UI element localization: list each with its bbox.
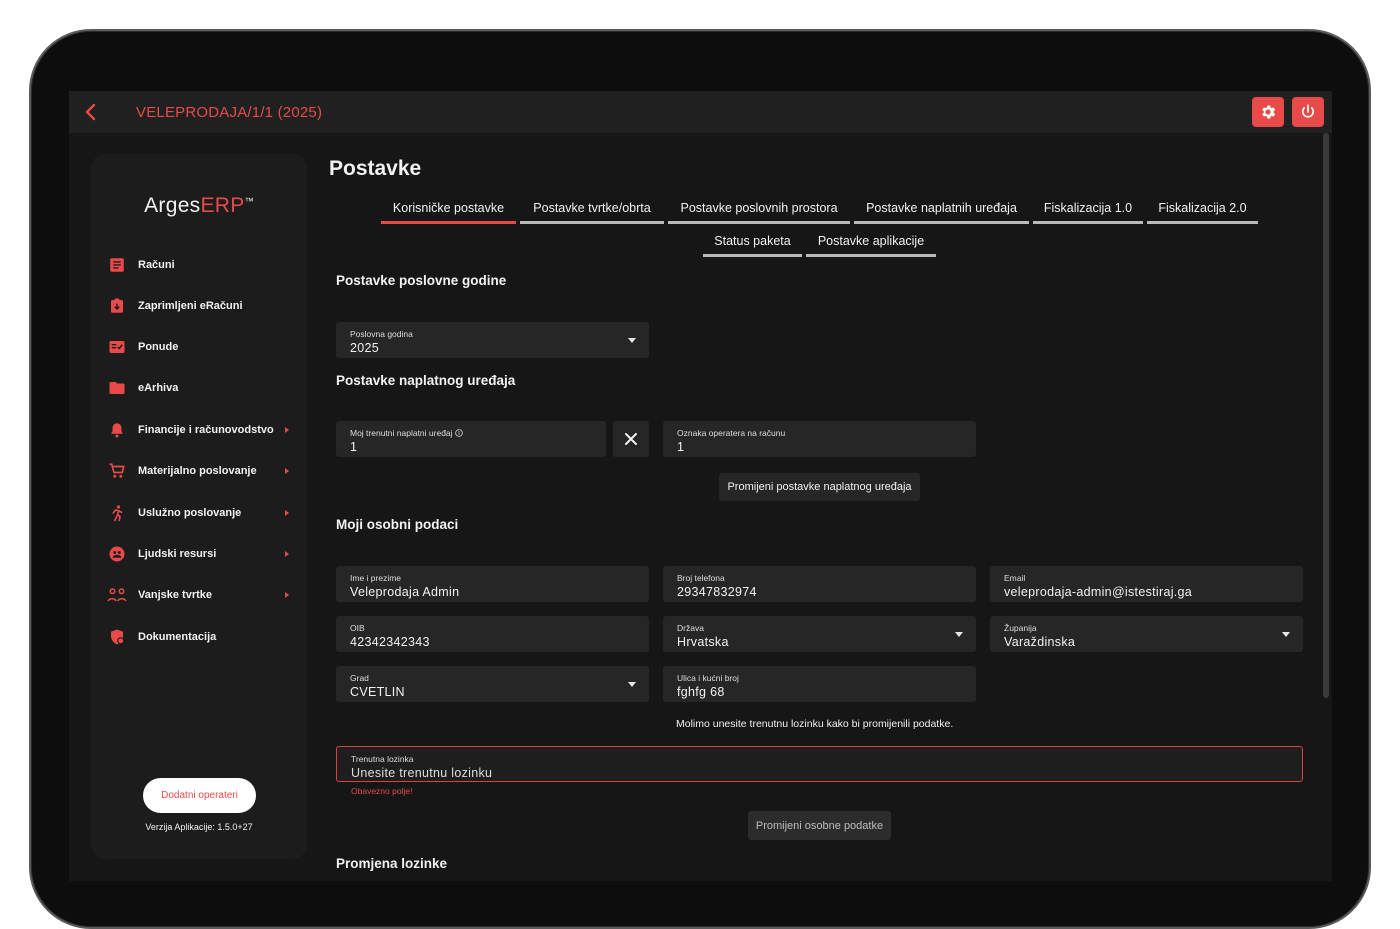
shield-doc-icon [107, 627, 127, 647]
phone-field[interactable]: Broj telefona 29347832974 [663, 566, 976, 602]
tab-postavke-tvrtke[interactable]: Postavke tvrtke/obrta [520, 194, 664, 224]
dropdown-caret-icon [955, 632, 963, 637]
submenu-arrow-icon [285, 510, 289, 516]
back-button[interactable] [79, 100, 103, 124]
street-field[interactable]: Ulica i kućni broj fghfg 68 [663, 666, 976, 702]
change-personal-data-button[interactable]: Promijeni osobne podatke [748, 811, 891, 840]
business-year-select[interactable]: Poslovna godina 2025 [336, 322, 649, 358]
dropdown-caret-icon [1282, 632, 1290, 637]
app-title: VELEPRODAJA/1/1 (2025) [136, 104, 323, 121]
submenu-arrow-icon [285, 592, 289, 598]
tab-status-paketa[interactable]: Status paketa [703, 227, 802, 257]
city-select[interactable]: Grad CVETLIN [336, 666, 649, 702]
sidebar-item-usluzno[interactable]: Uslužno poslovanje [107, 501, 297, 525]
tab-fiskalizacija-2[interactable]: Fiskalizacija 2.0 [1147, 194, 1258, 224]
bell-icon [107, 420, 127, 440]
personal-data-heading: Moji osobni podaci [336, 517, 459, 532]
dropdown-caret-icon [628, 338, 636, 343]
tab-postavke-aplikacije[interactable]: Postavke aplikacije [806, 227, 936, 257]
sidebar-item-financije[interactable]: Financije i računovodstvo [107, 418, 297, 442]
full-name-field[interactable]: Ime i prezime Veleprodaja Admin [336, 566, 649, 602]
sidebar-item-vanjske-tvrtke[interactable]: Vanjske tvrtke [107, 583, 297, 607]
info-icon[interactable] [455, 429, 463, 437]
county-select[interactable]: Županija Varaždinska [990, 616, 1303, 652]
submenu-arrow-icon [285, 468, 289, 474]
sidebar-item-dokumentacija[interactable]: Dokumentacija [107, 625, 297, 649]
page-title: Postavke [329, 157, 422, 180]
app-version: Verzija Aplikacije: 1.5.0+27 [145, 822, 253, 832]
people-icon [107, 544, 127, 564]
invoice-icon [107, 255, 127, 275]
tab-fiskalizacija-1[interactable]: Fiskalizacija 1.0 [1033, 194, 1143, 224]
handshake-icon [107, 585, 127, 605]
tab-postavke-naplatnih-uredaja[interactable]: Postavke naplatnih uređaja [854, 194, 1029, 224]
submenu-arrow-icon [285, 427, 289, 433]
submenu-arrow-icon [285, 551, 289, 557]
clear-device-button[interactable] [613, 421, 649, 457]
oib-field[interactable]: OIB 42342342343 [336, 616, 649, 652]
tab-korisnicke-postavke[interactable]: Korisničke postavke [381, 194, 516, 224]
additional-operators-button[interactable]: Dodatni operateri [143, 778, 256, 813]
folder-icon [107, 378, 127, 398]
cart-icon [107, 461, 127, 481]
sidebar-item-zaprimljeni-eracuni[interactable]: Zaprimljeni eRačuni [107, 294, 297, 318]
business-year-heading: Postavke poslovne godine [336, 273, 507, 288]
power-button[interactable] [1292, 97, 1324, 127]
app-logo: ArgesERP™ [144, 194, 254, 217]
country-select[interactable]: Država Hrvatska [663, 616, 976, 652]
top-bar: VELEPRODAJA/1/1 (2025) [69, 91, 1332, 133]
payment-device-heading: Postavke naplatnog uređaja [336, 373, 516, 388]
sidebar: ArgesERP™ Računi Zaprimljeni eRačuni Pon… [91, 154, 307, 859]
sidebar-item-ponude[interactable]: Ponude [107, 335, 297, 359]
required-error: Obavezno polje! [351, 786, 413, 796]
sidebar-item-earhiva[interactable]: eArhiva [107, 376, 297, 400]
close-icon [625, 433, 637, 445]
payment-device-field[interactable]: Moj trenutni naplatni uređaj 1 [336, 421, 606, 457]
tab-postavke-poslovnih-prostora[interactable]: Postavke poslovnih prostora [668, 194, 850, 224]
password-note: Molimo unesite trenutnu lozinku kako bi … [676, 718, 954, 730]
sidebar-item-ljudski-resursi[interactable]: Ljudski resursi [107, 542, 297, 566]
power-icon [1301, 104, 1315, 118]
password-change-heading: Promjena lozinke [336, 856, 448, 871]
sidebar-item-racuni[interactable]: Računi [107, 253, 297, 277]
app-screen: VELEPRODAJA/1/1 (2025) ArgesERP™ Računi … [69, 91, 1332, 881]
operator-mark-field[interactable]: Oznaka operatera na računu 1 [663, 421, 976, 457]
email-field[interactable]: Email veleprodaja-admin@istestiraj.ga [990, 566, 1303, 602]
chevron-left-icon [85, 103, 96, 121]
settings-button[interactable] [1252, 97, 1284, 127]
sidebar-item-materijalno[interactable]: Materijalno poslovanje [107, 459, 297, 483]
runner-icon [107, 503, 127, 523]
current-password-field[interactable]: Trenutna lozinka Unesite trenutnu lozink… [336, 746, 1303, 782]
received-invoice-icon [107, 296, 127, 316]
change-device-settings-button[interactable]: Promijeni postavke naplatnog uređaja [719, 473, 920, 501]
gear-icon [1262, 105, 1276, 119]
dropdown-caret-icon [628, 682, 636, 687]
offers-icon [107, 337, 127, 357]
scrollbar[interactable] [1323, 133, 1329, 698]
